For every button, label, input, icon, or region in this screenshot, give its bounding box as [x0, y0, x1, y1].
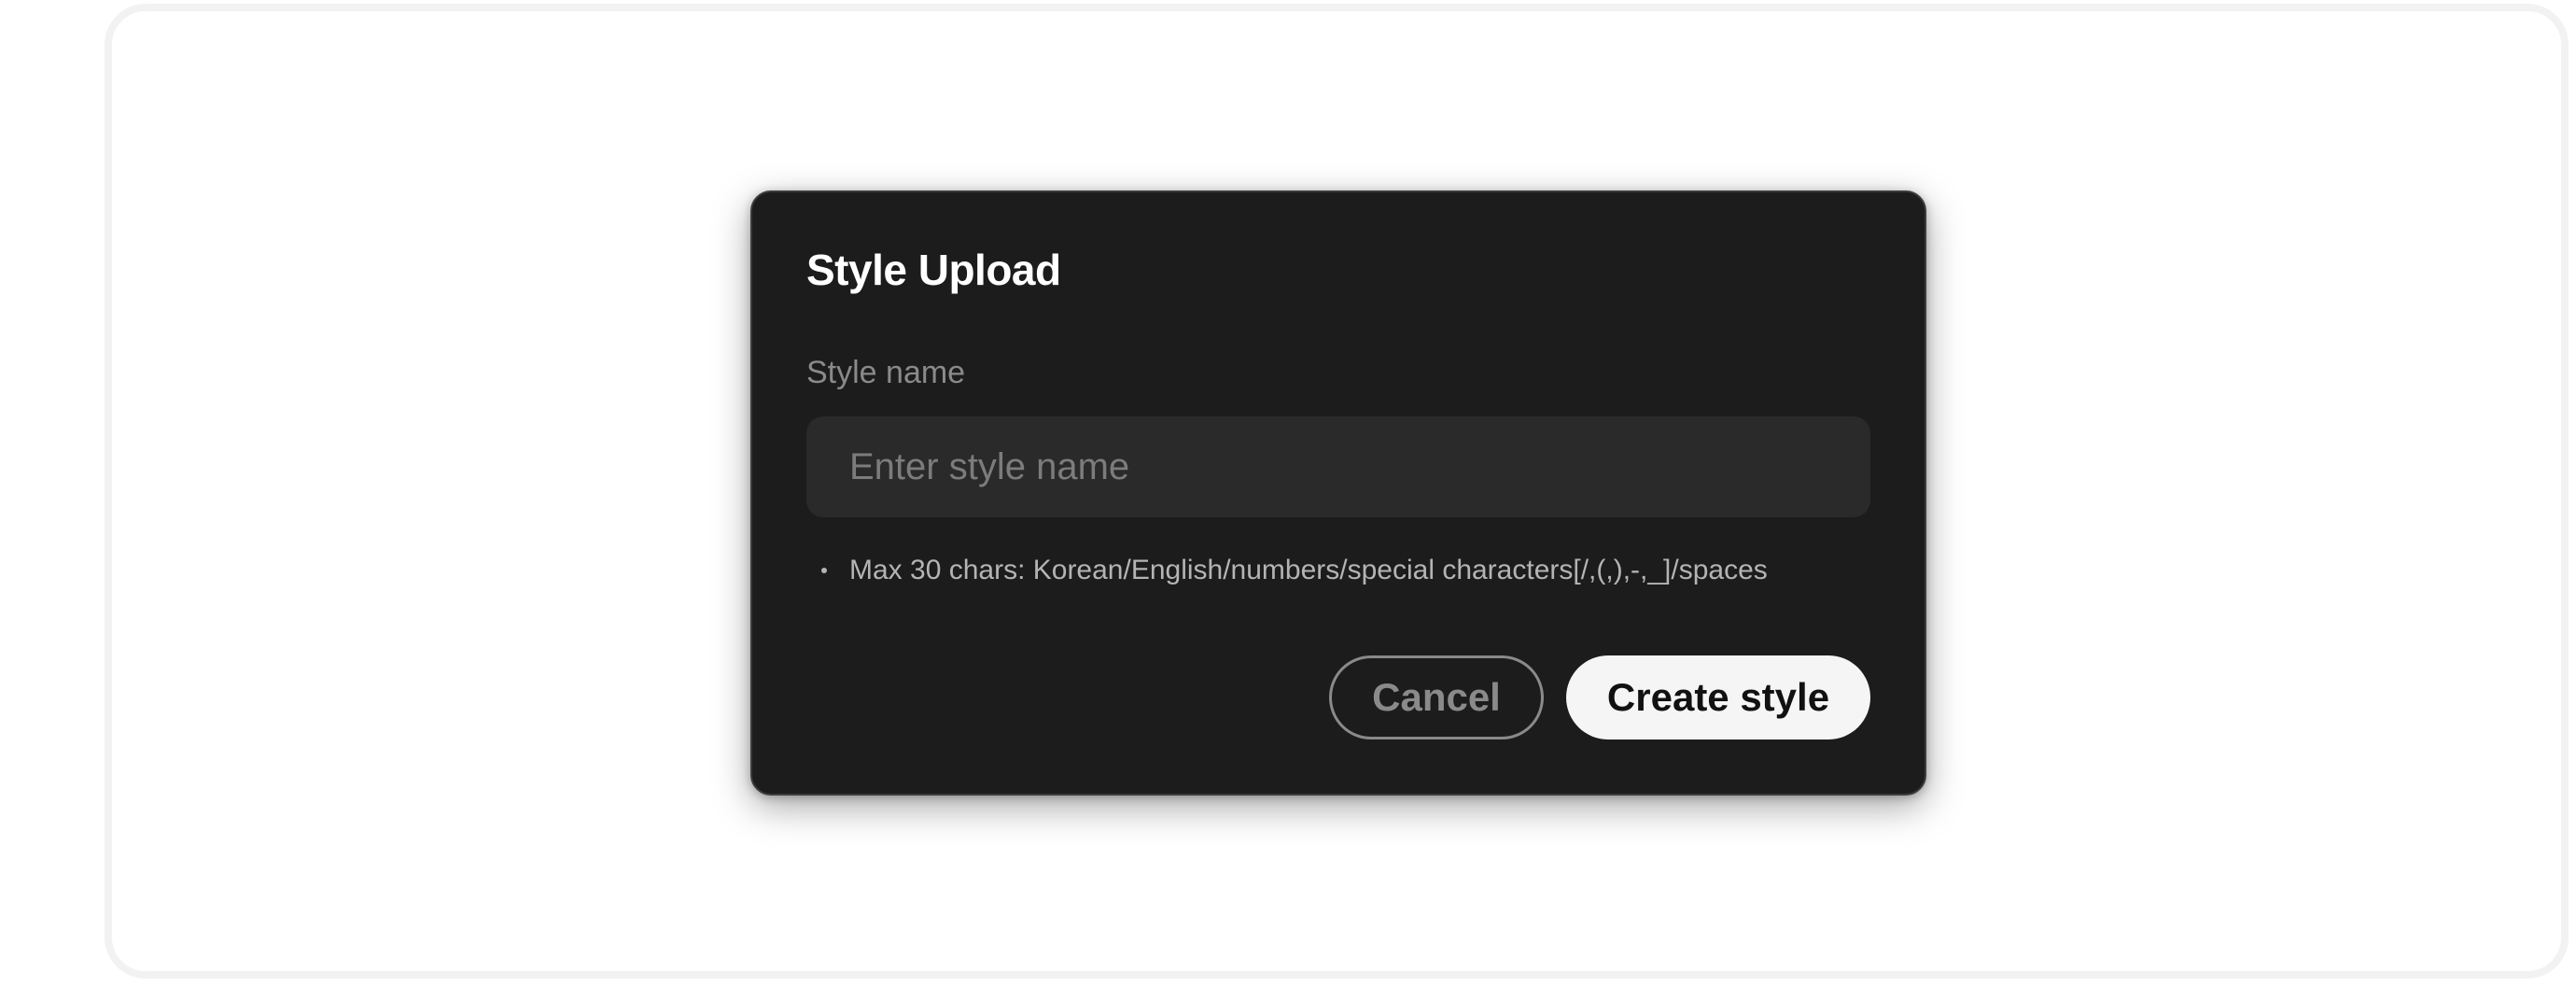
cancel-button[interactable]: Cancel: [1329, 655, 1544, 740]
input-hint-text: Max 30 chars: Korean/English/numbers/spe…: [849, 555, 1768, 585]
style-name-input[interactable]: [806, 416, 1870, 517]
bullet-icon: [821, 568, 827, 573]
page: Style Upload Style name Max 30 chars: Ko…: [0, 0, 2576, 986]
dialog-title: Style Upload: [806, 246, 1061, 294]
style-upload-dialog: Style Upload Style name Max 30 chars: Ko…: [750, 190, 1926, 796]
input-hint: Max 30 chars: Korean/English/numbers/spe…: [821, 555, 1768, 586]
style-name-label: Style name: [806, 355, 966, 390]
create-style-button[interactable]: Create style: [1566, 655, 1870, 740]
